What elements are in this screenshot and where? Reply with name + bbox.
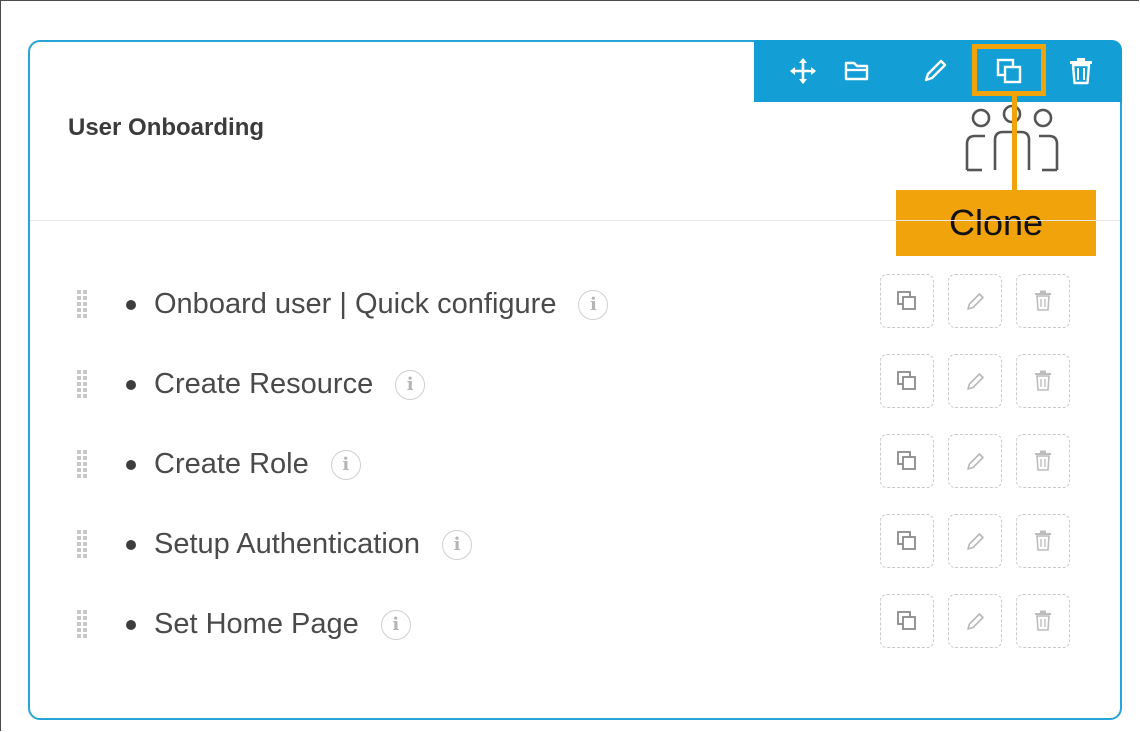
row-delete-button[interactable] — [1016, 514, 1070, 568]
task-label[interactable]: Setup Authentication — [154, 528, 420, 561]
task-label-wrap: Set Home Page i — [154, 608, 411, 641]
drag-handle-icon[interactable] — [76, 290, 92, 318]
drag-handle-icon[interactable] — [76, 450, 92, 478]
info-icon[interactable]: i — [578, 289, 609, 320]
bullet — [126, 620, 136, 630]
task-label[interactable]: Create Role — [154, 448, 309, 481]
bullet — [126, 460, 136, 470]
trash-icon — [1035, 450, 1051, 471]
task-row: Set Home Page i — [76, 594, 1076, 654]
move-button[interactable] — [782, 50, 824, 92]
pencil-icon — [924, 59, 947, 82]
task-label-wrap: Setup Authentication i — [154, 528, 473, 561]
info-icon[interactable]: i — [395, 369, 426, 400]
task-label[interactable]: Onboard user | Quick configure — [154, 288, 556, 321]
row-delete-button[interactable] — [1016, 434, 1070, 488]
drag-handle-icon[interactable] — [76, 530, 92, 558]
info-icon[interactable]: i — [330, 449, 361, 480]
clone-icon — [897, 371, 916, 390]
row-edit-button[interactable] — [948, 354, 1002, 408]
clone-button[interactable] — [988, 50, 1030, 92]
task-row: Create Resource i — [76, 354, 1076, 414]
row-clone-button[interactable] — [880, 434, 934, 488]
row-edit-button[interactable] — [948, 514, 1002, 568]
bullet — [126, 540, 136, 550]
row-delete-button[interactable] — [1016, 274, 1070, 328]
trash-icon — [1070, 58, 1092, 85]
pencil-icon — [967, 453, 984, 470]
trash-icon — [1035, 290, 1051, 311]
task-label-wrap: Create Resource i — [154, 368, 426, 401]
pencil-icon — [967, 533, 984, 550]
info-icon[interactable]: i — [380, 609, 411, 640]
task-label[interactable]: Set Home Page — [154, 608, 359, 641]
bullet — [126, 380, 136, 390]
folder-button[interactable] — [836, 50, 878, 92]
row-delete-button[interactable] — [1016, 354, 1070, 408]
task-label-wrap: Onboard user | Quick configure i — [154, 288, 609, 321]
card-divider — [30, 220, 1120, 221]
folder-icon — [844, 61, 869, 81]
edit-button[interactable] — [914, 50, 956, 92]
info-icon[interactable]: i — [442, 529, 473, 560]
clone-icon — [897, 291, 916, 310]
task-label[interactable]: Create Resource — [154, 368, 373, 401]
drag-handle-icon[interactable] — [76, 370, 92, 398]
clone-callout-label: Clone — [896, 190, 1096, 256]
clone-icon — [897, 611, 916, 630]
row-clone-button[interactable] — [880, 514, 934, 568]
row-edit-button[interactable] — [948, 434, 1002, 488]
task-row: Setup Authentication i — [76, 514, 1076, 574]
trash-icon — [1035, 530, 1051, 551]
delete-button[interactable] — [1060, 50, 1102, 92]
row-edit-button[interactable] — [948, 274, 1002, 328]
row-delete-button[interactable] — [1016, 594, 1070, 648]
pencil-icon — [967, 373, 984, 390]
drag-handle-icon[interactable] — [76, 610, 92, 638]
trash-icon — [1035, 370, 1051, 391]
row-edit-button[interactable] — [948, 594, 1002, 648]
trash-icon — [1035, 610, 1051, 631]
card-title: User Onboarding — [68, 114, 265, 141]
pencil-icon — [967, 613, 984, 630]
card-toolbar — [754, 40, 1122, 102]
pencil-icon — [967, 293, 984, 310]
move-arrows-icon — [790, 58, 816, 84]
row-clone-button[interactable] — [880, 354, 934, 408]
task-label-wrap: Create Role i — [154, 448, 361, 481]
bullet — [126, 300, 136, 310]
task-row: Onboard user | Quick configure i — [76, 274, 1076, 334]
row-clone-button[interactable] — [880, 594, 934, 648]
callout-connector — [1012, 96, 1017, 192]
clone-icon — [897, 451, 916, 470]
task-row: Create Role i — [76, 434, 1076, 494]
row-clone-button[interactable] — [880, 274, 934, 328]
clone-icon — [897, 531, 916, 550]
clone-icon — [996, 58, 1022, 84]
